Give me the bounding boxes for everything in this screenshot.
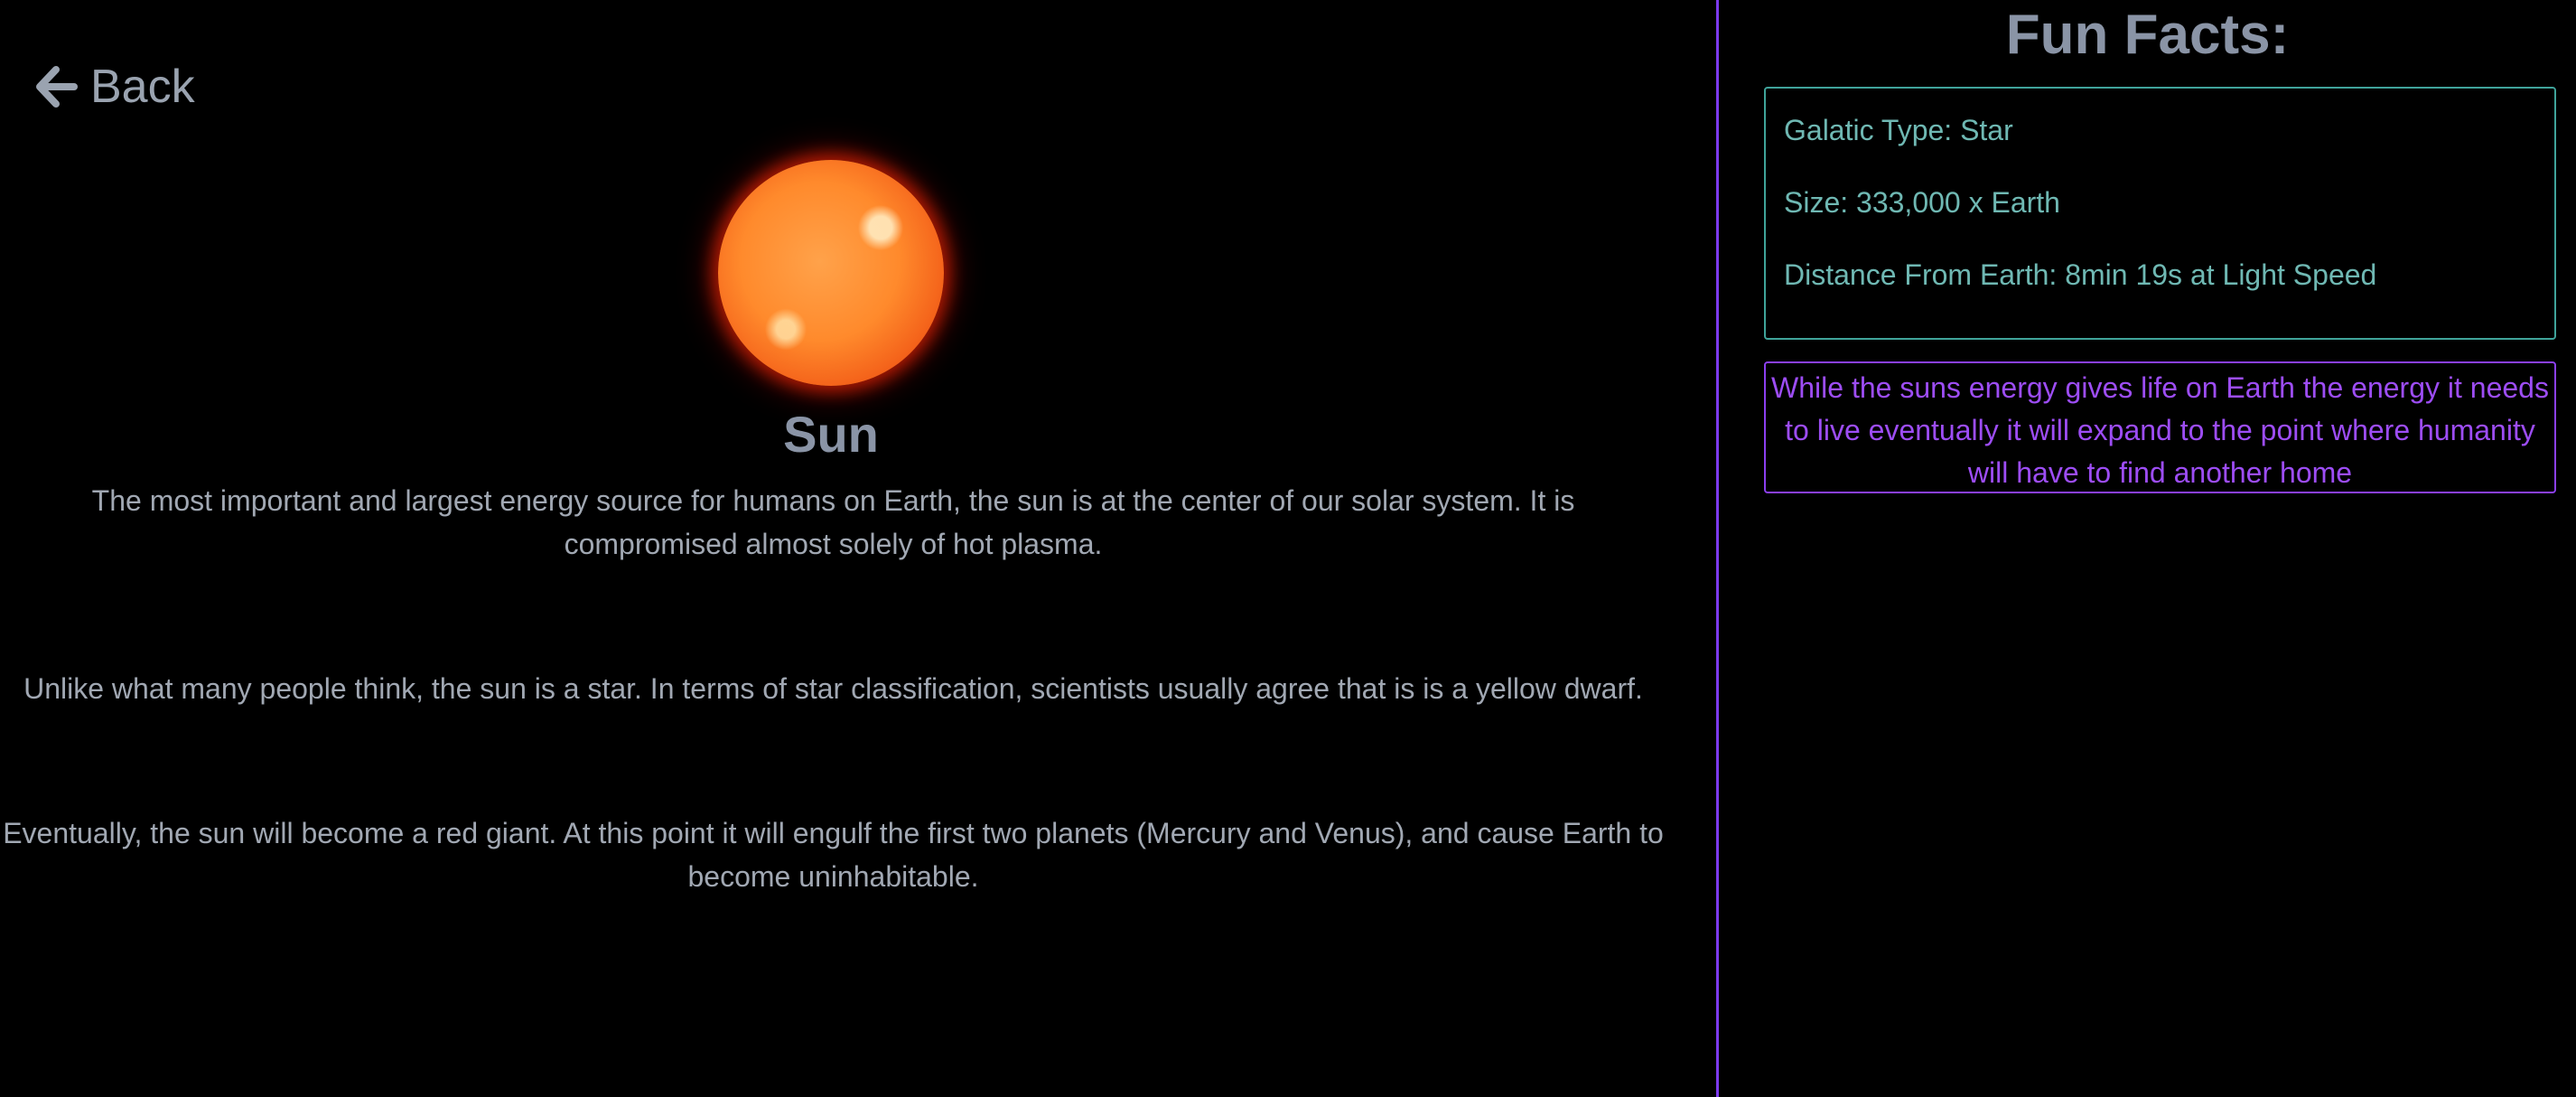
fun-facts-box: Galatic Type: Star Size: 333,000 x Earth… xyxy=(1764,87,2556,340)
fact-galactic-type: Galatic Type: Star xyxy=(1784,114,2013,146)
sun-graphic xyxy=(718,160,944,386)
back-label: Back xyxy=(90,61,195,113)
warning-callout: While the suns energy gives life on Eart… xyxy=(1764,361,2556,493)
fun-facts-title: Fun Facts: xyxy=(2005,4,2290,66)
back-button[interactable]: Back xyxy=(34,60,195,114)
sun-image xyxy=(705,149,957,398)
fact-distance: Distance From Earth: 8min 19s at Light S… xyxy=(1784,258,2377,291)
fun-facts-panel: Fun Facts: Galatic Type: Star Size: 333,… xyxy=(1719,0,2576,1097)
arrow-left-icon xyxy=(36,66,78,108)
planet-description-3: Eventually, the sun will become a red gi… xyxy=(3,817,1664,893)
page: Back Sun The most important and largest … xyxy=(0,0,2576,1097)
planet-description-1: The most important and largest energy so… xyxy=(91,484,1575,560)
fact-size: Size: 333,000 x Earth xyxy=(1784,186,2060,219)
planet-description-2: Unlike what many people think, the sun i… xyxy=(23,672,1643,705)
planet-detail-panel: Back Sun The most important and largest … xyxy=(0,0,1719,1097)
planet-title: Sun xyxy=(783,406,879,463)
